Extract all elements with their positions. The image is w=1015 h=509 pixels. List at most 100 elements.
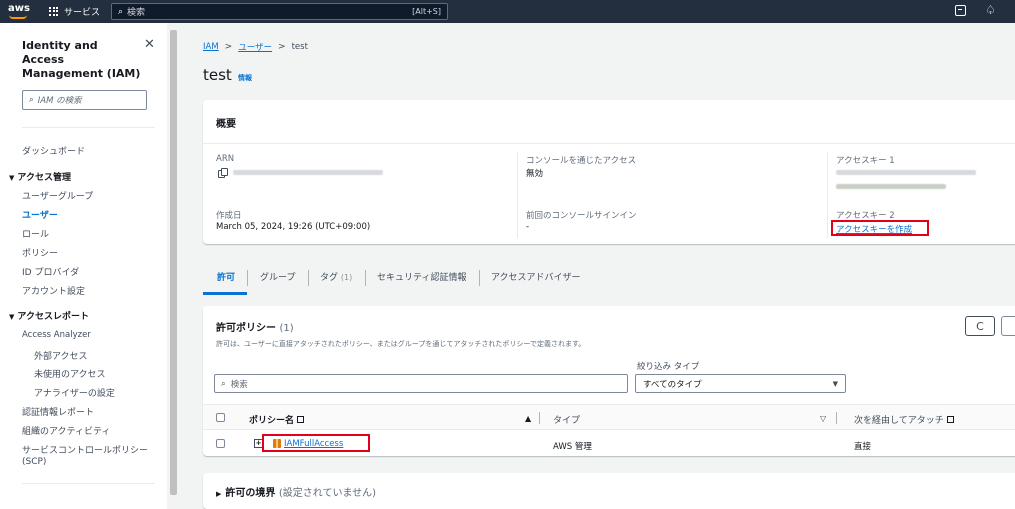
grid-icon (49, 6, 59, 17)
column-divider (827, 152, 828, 238)
sidebar-item-user-groups[interactable]: ユーザーグループ (22, 189, 93, 202)
search-icon: ⌕ (29, 95, 34, 105)
remove-button-partial[interactable] (1001, 316, 1015, 336)
tab-permissions[interactable]: 許可 (217, 266, 235, 290)
column-label: ポリシー名 (249, 416, 295, 426)
divider (203, 143, 1015, 144)
sidebar-item-access-analyzer[interactable]: Access Analyzer (22, 330, 91, 340)
policies-title: 許可ポリシー (1) (216, 319, 294, 334)
tab-security-credentials[interactable]: セキュリティ認証情報 (377, 266, 466, 290)
policy-link-iamfullaccess[interactable]: IAMFullAccess (284, 439, 343, 449)
sidebar-item-roles[interactable]: ロール (22, 227, 49, 240)
filter-type-label: 絞り込み タイプ (637, 362, 700, 372)
created-value: March 05, 2024, 19:26 (UTC+09:00) (216, 222, 371, 232)
external-link-icon (946, 416, 954, 423)
create-access-key-link[interactable]: アクセスキーを作成 (836, 223, 912, 235)
policy-search-input[interactable]: ⌕ 検索 (214, 374, 628, 393)
global-search-placeholder: 検索 (127, 8, 146, 18)
sidebar-item-identity-providers[interactable]: ID プロバイダ (22, 265, 79, 278)
sidebar-item-users[interactable]: ユーザー (22, 208, 58, 221)
breadcrumb-current: test (291, 42, 308, 52)
breadcrumb: IAM > ユーザー > test (203, 41, 308, 53)
select-all-checkbox[interactable] (216, 413, 225, 422)
chevron-right-icon: > (224, 42, 233, 52)
sidebar-item-policies[interactable]: ポリシー (22, 246, 58, 259)
sidebar: Identity and Access Management (IAM) ✕ ⌕… (0, 23, 167, 509)
tab-separator (308, 270, 309, 286)
sort-ascending-icon[interactable]: ▲ (525, 414, 531, 423)
sidebar-item-external-access[interactable]: 外部アクセス (34, 349, 88, 362)
policy-attached-via-cell: 直接 (854, 442, 872, 452)
tab-separator (365, 270, 366, 286)
created-label: 作成日 (216, 211, 242, 221)
sidebar-title: Identity and Access Management (IAM) (22, 39, 141, 80)
sidebar-section-access-reports[interactable]: ▼ アクセスレポート (9, 309, 89, 322)
section-label: アクセスレポート (17, 312, 89, 322)
close-icon[interactable]: ✕ (144, 37, 155, 52)
sidebar-search-placeholder: IAM の検索 (37, 96, 82, 106)
sidebar-item-credential-report[interactable]: 認証情報レポート (22, 405, 94, 418)
aws-logo[interactable]: aws (8, 3, 30, 20)
console-access-label: コンソールを通じたアクセス (526, 156, 637, 166)
permissions-boundary-header[interactable]: ▶ 許可の境界 (設定されていません) (216, 484, 376, 499)
services-menu-button[interactable]: サービス (49, 4, 100, 19)
sidebar-item-analyzer-settings[interactable]: アナライザーの設定 (34, 386, 115, 399)
column-header-attached-via[interactable]: 次を経由してアタッチ (854, 413, 954, 426)
column-header-type[interactable]: タイプ (553, 413, 580, 426)
tab-count: (1) (340, 273, 353, 282)
breadcrumb-iam[interactable]: IAM (203, 42, 219, 52)
tab-groups[interactable]: グループ (260, 266, 295, 290)
sidebar-item-scp[interactable]: サービスコントロールポリシー (22, 443, 148, 456)
global-search-input[interactable]: ⌕ 検索 [Alt+S] (111, 3, 448, 20)
sidebar-search-input[interactable]: ⌕ IAM の検索 (22, 90, 147, 110)
sidebar-item-dashboard[interactable]: ダッシュボード (22, 144, 85, 157)
caret-down-icon: ▼ (9, 174, 15, 182)
caret-right-icon: ▶ (216, 490, 222, 498)
policies-title-text: 許可ポリシー (216, 323, 276, 334)
search-icon: ⌕ (118, 6, 124, 17)
sidebar-item-scp-abbrev: (SCP) (22, 457, 47, 467)
summary-heading: 概要 (216, 119, 236, 130)
filter-type-value: すべてのタイプ (643, 379, 702, 390)
tab-tags[interactable]: タグ (1) (320, 266, 352, 290)
refresh-button[interactable]: C (965, 316, 995, 336)
column-header-policy-name[interactable]: ポリシー名 (249, 413, 305, 426)
arn-value-redacted (233, 170, 383, 175)
access-key-1-redacted (836, 170, 976, 175)
filter-type-select[interactable]: すべてのタイプ ▼ (635, 374, 846, 393)
access-key-1-label: アクセスキー 1 (836, 156, 895, 166)
permissions-boundary-panel[interactable]: ▶ 許可の境界 (設定されていません) (203, 473, 1015, 509)
sort-descending-icon[interactable]: ▽ (820, 414, 826, 423)
active-tab-indicator (203, 292, 247, 295)
console-access-value: 無効 (526, 169, 544, 179)
breadcrumb-users[interactable]: ユーザー (238, 41, 272, 53)
sidebar-item-account-settings[interactable]: アカウント設定 (22, 284, 85, 297)
copy-icon[interactable] (218, 168, 228, 178)
tab-label: アクセスアドバイザー (491, 273, 581, 283)
arn-label: ARN (216, 154, 235, 164)
sidebar-section-access-management[interactable]: ▼ アクセス管理 (9, 170, 71, 183)
info-link[interactable]: 情報 (238, 73, 252, 83)
row-checkbox[interactable] (216, 439, 225, 448)
sidebar-item-unused-access[interactable]: 未使用のアクセス (34, 367, 106, 380)
policies-count: (1) (279, 323, 294, 334)
column-label: 次を経由してアタッチ (854, 416, 944, 426)
top-navigation-bar: aws サービス ⌕ 検索 [Alt+S] ♤ (0, 0, 1015, 23)
caret-down-icon: ▼ (9, 313, 15, 321)
sidebar-scrollbar-thumb[interactable] (170, 30, 177, 495)
tab-access-advisor[interactable]: アクセスアドバイザー (491, 266, 581, 290)
cloudshell-icon[interactable] (955, 5, 966, 16)
boundary-status: (設定されていません) (278, 488, 377, 499)
policy-type-cell: AWS 管理 (553, 442, 592, 452)
services-label: サービス (64, 8, 101, 18)
sidebar-item-org-activity[interactable]: 組織のアクティビティ (22, 424, 110, 437)
search-shortcut-hint: [Alt+S] (412, 7, 441, 16)
tab-label: グループ (260, 273, 296, 283)
bell-icon[interactable]: ♤ (985, 3, 996, 17)
permission-policies-panel: 許可ポリシー (1) 許可は、ユーザーに直接アタッチされたポリシー、またはグルー… (203, 306, 1015, 456)
search-icon: ⌕ (221, 378, 226, 389)
aws-managed-policy-icon (273, 439, 281, 448)
access-key-1-status-redacted (836, 184, 946, 189)
external-link-icon (297, 416, 305, 423)
page-title: test (203, 66, 232, 84)
